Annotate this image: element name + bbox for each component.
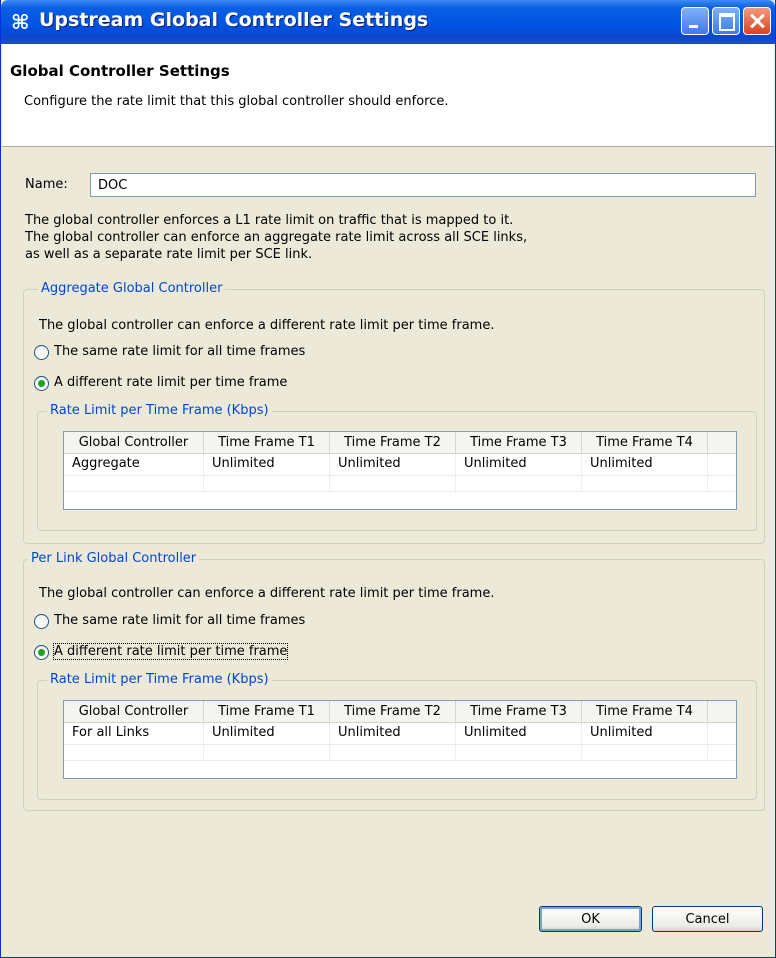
table-cell-filler — [708, 454, 736, 476]
name-input[interactable] — [90, 173, 756, 197]
per-link-rate-table[interactable]: Global Controller Time Frame T1 Time Fra… — [63, 700, 737, 779]
table-cell[interactable]: Unlimited — [330, 454, 456, 476]
table-cell[interactable]: Aggregate — [64, 454, 204, 476]
aggregate-rate-table[interactable]: Global Controller Time Frame T1 Time Fra… — [63, 431, 737, 510]
table-cell[interactable]: Unlimited — [204, 723, 330, 745]
table-cell-empty — [330, 745, 456, 761]
column-header[interactable]: Time Frame T3 — [456, 432, 582, 454]
table-cell-empty — [582, 745, 708, 761]
table-cell-empty — [582, 476, 708, 492]
table-cell-filler — [708, 723, 736, 745]
aggregate-rate-legend: Rate Limit per Time Frame (Kbps) — [47, 403, 272, 418]
column-header[interactable]: Time Frame T4 — [582, 432, 708, 454]
column-header-filler — [708, 432, 736, 454]
column-header[interactable]: Global Controller — [64, 701, 204, 723]
table-cell-empty — [64, 476, 204, 492]
column-header[interactable]: Time Frame T1 — [204, 701, 330, 723]
header-title: Global Controller Settings — [10, 62, 230, 80]
ok-button[interactable]: OK — [539, 906, 642, 932]
minimize-button[interactable] — [681, 7, 709, 35]
table-cell[interactable]: Unlimited — [456, 723, 582, 745]
column-header-filler — [708, 701, 736, 723]
table-cell[interactable]: Unlimited — [456, 454, 582, 476]
per-link-description: The global controller can enforce a diff… — [39, 586, 495, 601]
table-cell[interactable]: Unlimited — [330, 723, 456, 745]
window-title: Upstream Global Controller Settings — [39, 9, 429, 31]
aggregate-same-label[interactable]: The same rate limit for all time frames — [54, 344, 305, 359]
intro-text: The global controller enforces a L1 rate… — [25, 212, 527, 263]
intro-line: The global controller can enforce an agg… — [25, 230, 528, 245]
table-cell-empty — [708, 476, 736, 492]
column-header[interactable]: Global Controller — [64, 432, 204, 454]
table-cell[interactable]: Unlimited — [204, 454, 330, 476]
table-cell-empty — [456, 476, 582, 492]
table-cell-empty — [64, 745, 204, 761]
close-button[interactable] — [743, 7, 771, 35]
column-header[interactable]: Time Frame T1 — [204, 432, 330, 454]
header-description: Configure the rate limit that this globa… — [24, 94, 449, 109]
aggregate-description: The global controller can enforce a diff… — [39, 318, 495, 333]
table-cell-empty — [330, 476, 456, 492]
per-link-different-label[interactable]: A different rate limit per time frame — [52, 643, 289, 660]
per-link-different-radio[interactable] — [34, 645, 49, 660]
column-header[interactable]: Time Frame T3 — [456, 701, 582, 723]
maximize-button[interactable] — [712, 7, 740, 35]
intro-line: The global controller enforces a L1 rate… — [25, 213, 514, 228]
table-cell[interactable]: Unlimited — [582, 723, 708, 745]
dialog-header: Global Controller Settings Configure the… — [2, 44, 774, 147]
column-header[interactable]: Time Frame T2 — [330, 701, 456, 723]
title-bar[interactable]: ⌘ Upstream Global Controller Settings — [1, 0, 775, 44]
intro-line: as well as a separate rate limit per SCE… — [25, 247, 313, 262]
column-header[interactable]: Time Frame T2 — [330, 432, 456, 454]
aggregate-same-radio[interactable] — [34, 345, 49, 360]
name-label: Name: — [25, 177, 68, 192]
table-cell-empty — [708, 745, 736, 761]
aggregate-different-label[interactable]: A different rate limit per time frame — [54, 375, 287, 390]
controller-icon: ⌘ — [11, 10, 30, 34]
per-link-group-legend: Per Link Global Controller — [28, 551, 200, 566]
cancel-button[interactable]: Cancel — [652, 906, 763, 932]
table-cell[interactable]: For all Links — [64, 723, 204, 745]
table-cell-empty — [204, 476, 330, 492]
column-header[interactable]: Time Frame T4 — [582, 701, 708, 723]
table-cell[interactable]: Unlimited — [582, 454, 708, 476]
per-link-same-radio[interactable] — [34, 614, 49, 629]
aggregate-different-radio[interactable] — [34, 376, 49, 391]
aggregate-group-legend: Aggregate Global Controller — [38, 281, 226, 296]
per-link-rate-legend: Rate Limit per Time Frame (Kbps) — [47, 672, 272, 687]
table-cell-empty — [456, 745, 582, 761]
table-cell-empty — [204, 745, 330, 761]
per-link-same-label[interactable]: The same rate limit for all time frames — [54, 613, 305, 628]
dialog-window: ⌘ Upstream Global Controller Settings Gl… — [0, 0, 776, 958]
